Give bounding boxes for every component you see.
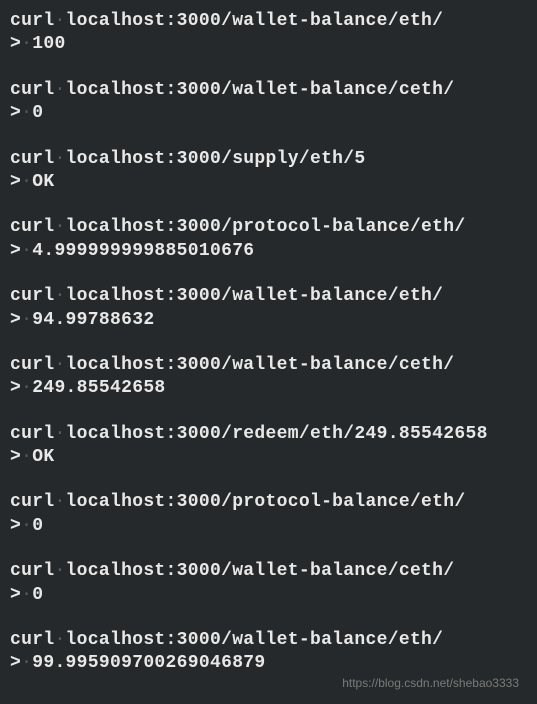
command-line: curl·localhost:3000/wallet-balance/ceth/ [10,354,527,377]
terminal-entry: curl·localhost:3000/wallet-balance/ceth/… [10,560,527,607]
terminal-entry: curl·localhost:3000/redeem/eth/249.85542… [10,423,527,470]
terminal-output: curl·localhost:3000/wallet-balance/eth/>… [10,10,527,676]
command-line: curl·localhost:3000/wallet-balance/ceth/ [10,79,527,102]
command-line: curl·localhost:3000/redeem/eth/249.85542… [10,423,527,446]
command-line: curl·localhost:3000/supply/eth/5 [10,148,527,171]
output-line: >·4.999999999885010676 [10,240,527,263]
command-line: curl·localhost:3000/wallet-balance/eth/ [10,10,527,33]
terminal-entry: curl·localhost:3000/wallet-balance/ceth/… [10,354,527,401]
command-line: curl·localhost:3000/protocol-balance/eth… [10,216,527,239]
terminal-entry: curl·localhost:3000/supply/eth/5>·OK [10,148,527,195]
terminal-entry: curl·localhost:3000/wallet-balance/eth/>… [10,10,527,57]
terminal-entry: curl·localhost:3000/protocol-balance/eth… [10,216,527,263]
output-line: >·249.85542658 [10,377,527,400]
output-line: >·100 [10,33,527,56]
terminal-entry: curl·localhost:3000/protocol-balance/eth… [10,491,527,538]
command-line: curl·localhost:3000/wallet-balance/eth/ [10,629,527,652]
output-line: >·99.995909700269046879 [10,652,527,675]
terminal-entry: curl·localhost:3000/wallet-balance/ceth/… [10,79,527,126]
output-line: >·OK [10,446,527,469]
command-line: curl·localhost:3000/wallet-balance/ceth/ [10,560,527,583]
terminal-entry: curl·localhost:3000/wallet-balance/eth/>… [10,285,527,332]
output-line: >·0 [10,584,527,607]
command-line: curl·localhost:3000/wallet-balance/eth/ [10,285,527,308]
output-line: >·94.99788632 [10,309,527,332]
output-line: >·0 [10,515,527,538]
output-line: >·0 [10,102,527,125]
terminal-entry: curl·localhost:3000/wallet-balance/eth/>… [10,629,527,676]
watermark-text: https://blog.csdn.net/shebao3333 [342,676,519,690]
command-line: curl·localhost:3000/protocol-balance/eth… [10,491,527,514]
output-line: >·OK [10,171,527,194]
